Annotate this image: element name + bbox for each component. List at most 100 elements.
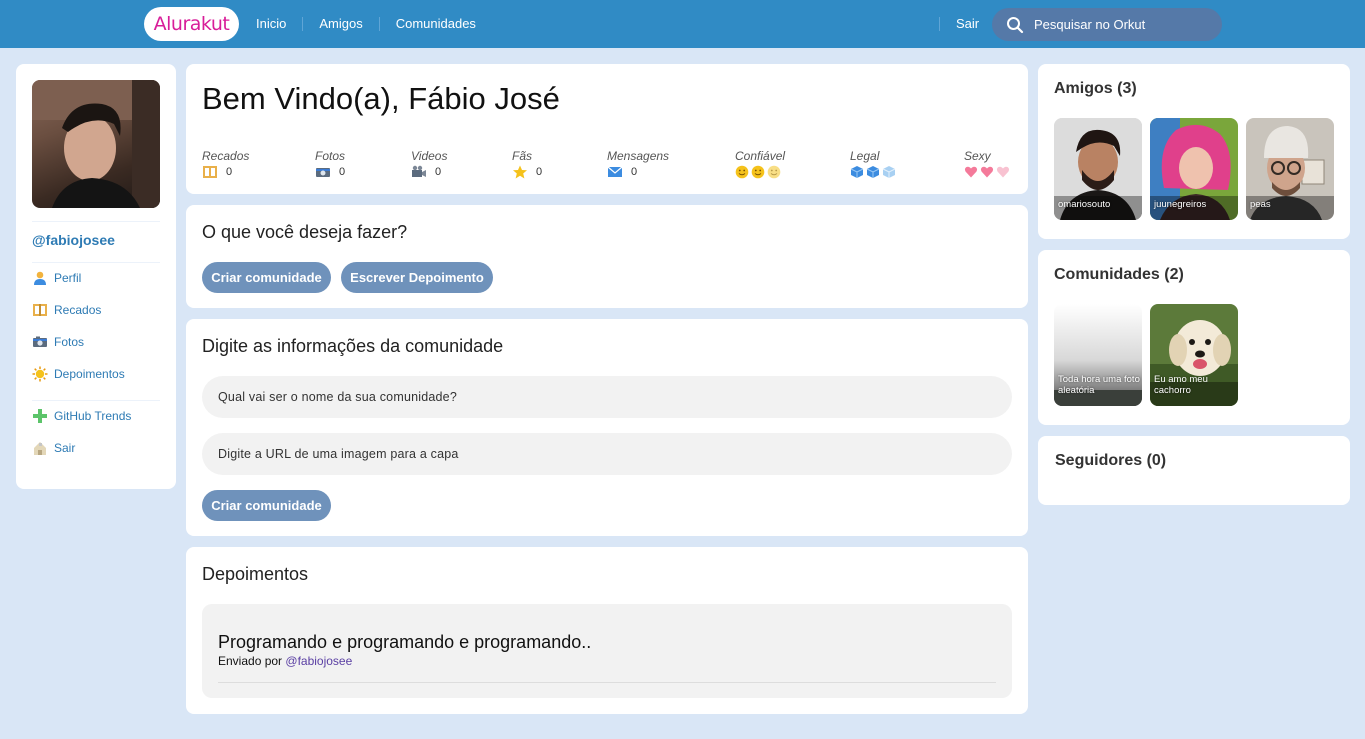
rating-label: Confiável <box>735 149 786 163</box>
sidebar-item-label: GitHub Trends <box>54 409 132 423</box>
search-bar[interactable]: Pesquisar no Orkut <box>992 8 1222 41</box>
actions-title: O que você deseja fazer? <box>202 222 408 242</box>
camera-icon <box>316 168 330 177</box>
stat-label: Fãs <box>512 149 533 163</box>
stat-label: Fotos <box>315 149 346 163</box>
sidebar-item-label: Perfil <box>54 271 82 285</box>
friends-title: Amigos (3) <box>1054 80 1137 97</box>
nav-link-inicio[interactable]: Inicio <box>240 17 302 31</box>
stat-label: Recados <box>202 149 250 163</box>
form-title: Digite as informações da comunidade <box>202 336 504 356</box>
friend-name: juunegreiros <box>1154 199 1207 210</box>
testimonial-divider <box>218 682 996 683</box>
logo-text: Alurakut <box>153 13 230 35</box>
profile-photo-illustration <box>32 80 160 208</box>
stat-recados: Recados 0 <box>202 149 249 179</box>
user-icon <box>34 271 46 285</box>
testimonial-by-prefix: Enviado por <box>218 654 283 668</box>
community-card[interactable]: Eu amo meu cachorro <box>1150 304 1238 406</box>
create-community-submit-button[interactable]: Criar comunidade <box>202 490 331 521</box>
rating-legal: Legal <box>850 149 898 179</box>
stat-fotos: Fotos 0 <box>315 149 345 179</box>
sidebar-item-github-trends[interactable]: GitHub Trends <box>32 408 131 424</box>
testimonials-card: Depoimentos Programando e programando e … <box>186 547 1028 714</box>
sidebar-item-perfil[interactable]: Perfil <box>32 270 81 286</box>
sidebar-divider <box>32 262 160 263</box>
welcome-title: Bem Vindo(a), Fábio José <box>202 81 560 116</box>
video-camera-icon <box>412 165 426 177</box>
followers-card: Seguidores (0) <box>1038 436 1350 505</box>
alurakut-logo[interactable]: Alurakut <box>144 7 239 41</box>
sidebar-item-label: Depoimentos <box>54 367 125 381</box>
rating-label: Legal <box>850 149 880 163</box>
search-icon <box>1007 16 1024 33</box>
stat-value: 0 <box>226 166 233 178</box>
friend-card[interactable]: peas <box>1246 118 1334 220</box>
testimonial-author-line: Enviado por @fabiojosee <box>218 654 352 668</box>
book-icon <box>203 166 217 178</box>
stat-mensagens: Mensagens 0 <box>607 149 669 179</box>
sun-icon <box>32 366 48 382</box>
sidebar-item-sair[interactable]: Sair <box>32 440 75 456</box>
rating-confiavel: Confiável <box>735 149 785 179</box>
community-form-card: Digite as informações da comunidade Qual… <box>186 319 1028 536</box>
stat-value: 0 <box>536 166 543 178</box>
testimonial-author-link[interactable]: @fabiojosee <box>285 654 352 668</box>
community-image-url-input[interactable]: Digite a URL de uma imagem para a capa <box>202 433 1012 475</box>
write-testimonial-button[interactable]: Escrever Depoimento <box>341 262 493 293</box>
logout-link[interactable]: Sair <box>939 17 979 31</box>
community-name: Eu amo meu cachorro <box>1154 374 1208 396</box>
friend-card[interactable]: omariosouto <box>1054 118 1142 220</box>
sidebar-divider <box>32 400 160 401</box>
friend-name: omariosouto <box>1058 199 1111 210</box>
stat-value: 0 <box>631 166 638 178</box>
sidebar-item-fotos[interactable]: Fotos <box>32 334 84 350</box>
top-navbar: Alurakut Inicio Amigos Comunidades Sair … <box>0 0 1365 48</box>
nav-link-amigos[interactable]: Amigos <box>302 17 378 31</box>
sidebar-item-label: Recados <box>54 303 102 317</box>
stat-value: 0 <box>339 166 346 178</box>
ice-cube-icon <box>850 166 896 178</box>
sidebar-item-depoimentos[interactable]: Depoimentos <box>32 366 125 382</box>
sidebar-item-label: Sair <box>54 441 76 455</box>
testimonial-text: Programando e programando e programando.… <box>218 632 592 652</box>
community-name: Toda hora uma foto aleatória <box>1058 374 1140 396</box>
sidebar-item-recados[interactable]: Recados <box>32 302 101 318</box>
rating-sexy: Sexy <box>964 149 1012 179</box>
envelope-icon <box>607 166 623 177</box>
testimonial-item: Programando e programando e programando.… <box>202 604 1012 698</box>
profile-avatar[interactable] <box>32 80 160 208</box>
stat-label: Mensagens <box>607 149 670 163</box>
stat-fas: Fãs 0 <box>512 149 542 179</box>
friends-card: Amigos (3) omariosouto juunegreiros peas <box>1038 64 1350 239</box>
community-card[interactable]: Toda hora uma foto aleatória <box>1054 304 1142 406</box>
star-icon <box>513 165 527 179</box>
nav-link-comunidades[interactable]: Comunidades <box>378 17 492 31</box>
smiley-icon <box>735 165 781 179</box>
profile-sidebar: @fabiojosee Perfil Recados Fotos Depoime… <box>16 64 176 489</box>
heart-icon <box>964 166 1010 178</box>
rating-label: Sexy <box>964 149 991 163</box>
followers-title: Seguidores (0) <box>1055 452 1167 469</box>
friend-card[interactable]: juunegreiros <box>1150 118 1238 220</box>
friend-name: peas <box>1250 199 1271 210</box>
sidebar-divider <box>32 221 160 222</box>
stat-label: Videos <box>411 149 448 163</box>
communities-card: Comunidades (2) Toda hora uma foto aleat… <box>1038 250 1350 425</box>
plus-icon <box>33 409 47 423</box>
book-icon <box>33 304 47 316</box>
testimonials-title: Depoimentos <box>202 564 309 584</box>
stat-value: 0 <box>435 166 442 178</box>
welcome-card: Bem Vindo(a), Fábio José Recados 0 Fotos… <box>186 64 1028 194</box>
actions-card: O que você deseja fazer? Criar comunidad… <box>186 205 1028 308</box>
camera-icon <box>33 336 47 347</box>
create-community-toggle-button[interactable]: Criar comunidade <box>202 262 331 293</box>
communities-title: Comunidades (2) <box>1054 266 1184 283</box>
stat-videos: Videos 0 <box>411 149 447 179</box>
main-nav: Inicio Amigos Comunidades <box>240 0 492 48</box>
logout-icon <box>34 442 46 455</box>
sidebar-item-label: Fotos <box>54 335 85 349</box>
search-placeholder: Pesquisar no Orkut <box>1034 17 1146 32</box>
community-name-input[interactable]: Qual vai ser o nome da sua comunidade? <box>202 376 1012 418</box>
profile-username[interactable]: @fabiojosee <box>32 232 115 248</box>
